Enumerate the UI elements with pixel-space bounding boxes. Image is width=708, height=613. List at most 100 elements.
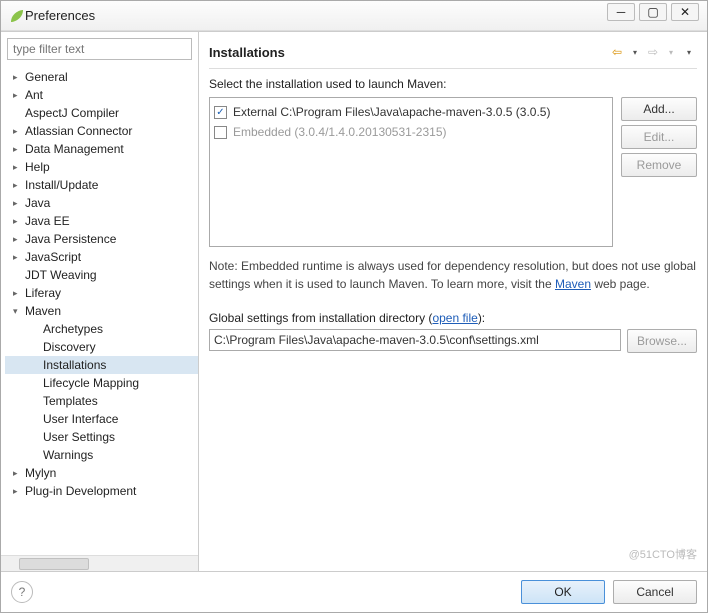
window-title: Preferences [25,8,699,23]
forward-icon[interactable]: ⇨ [645,44,661,60]
tree-item-label: JDT Weaving [25,268,97,282]
tree-item-templates[interactable]: Templates [5,392,198,410]
tree-item-label: AspectJ Compiler [25,106,119,120]
tree-item-label: Discovery [43,340,96,354]
tree-item-atlassian-connector[interactable]: ▸Atlassian Connector [5,122,198,140]
tree-item-label: Atlassian Connector [25,124,132,138]
minimize-button[interactable]: ─ [607,3,635,21]
tree-item-aspectj-compiler[interactable]: AspectJ Compiler [5,104,198,122]
tree-item-label: User Interface [43,412,118,426]
chevron-right-icon[interactable]: ▸ [13,72,25,83]
installation-checkbox[interactable] [214,106,227,119]
tree-item-label: General [25,70,68,84]
chevron-right-icon[interactable]: ▸ [13,90,25,101]
tree-item-general[interactable]: ▸General [5,68,198,86]
installation-item[interactable]: External C:\Program Files\Java\apache-ma… [214,102,608,122]
tree-item-maven[interactable]: ▾Maven [5,302,198,320]
tree-item-label: Install/Update [25,178,98,192]
installations-list[interactable]: External C:\Program Files\Java\apache-ma… [209,97,613,247]
tree-item-label: Lifecycle Mapping [43,376,139,390]
ok-button[interactable]: OK [521,580,605,604]
tree-item-lifecycle-mapping[interactable]: Lifecycle Mapping [5,374,198,392]
tree-item-label: Templates [43,394,98,408]
tree-item-label: Liferay [25,286,61,300]
tree-item-label: Data Management [25,142,124,156]
page-title: Installations [209,45,609,60]
tree-item-mylyn[interactable]: ▸Mylyn [5,464,198,482]
add-button[interactable]: Add... [621,97,697,121]
tree-item-installations[interactable]: Installations [5,356,198,374]
filter-input[interactable] [7,38,192,60]
installation-checkbox[interactable] [214,126,227,139]
chevron-right-icon[interactable]: ▸ [13,126,25,137]
maven-link[interactable]: Maven [555,277,591,291]
installation-item[interactable]: Embedded (3.0.4/1.4.0.20130531-2315) [214,122,608,142]
tree-item-label: Installations [43,358,106,372]
preferences-sidebar: ▸General▸AntAspectJ Compiler▸Atlassian C… [1,32,199,571]
tree-item-help[interactable]: ▸Help [5,158,198,176]
titlebar: Preferences ─ ▢ ✕ [1,1,707,31]
tree-item-label: Maven [25,304,61,318]
tree-item-javascript[interactable]: ▸JavaScript [5,248,198,266]
tree-item-plug-in-development[interactable]: ▸Plug-in Development [5,482,198,500]
tree-item-java[interactable]: ▸Java [5,194,198,212]
close-button[interactable]: ✕ [671,3,699,21]
tree-item-label: Mylyn [25,466,56,480]
chevron-right-icon[interactable]: ▸ [13,486,25,497]
tree-item-label: Plug-in Development [25,484,136,498]
remove-button[interactable]: Remove [621,153,697,177]
chevron-right-icon[interactable]: ▸ [13,144,25,155]
tree-item-user-settings[interactable]: User Settings [5,428,198,446]
tree-item-discovery[interactable]: Discovery [5,338,198,356]
chevron-right-icon[interactable]: ▸ [13,180,25,191]
help-icon[interactable]: ? [11,581,33,603]
horizontal-scrollbar[interactable] [1,555,198,571]
runtime-note: Note: Embedded runtime is always used fo… [209,257,697,293]
cancel-button[interactable]: Cancel [613,580,697,604]
tree-item-label: Java [25,196,50,210]
preferences-tree[interactable]: ▸General▸AntAspectJ Compiler▸Atlassian C… [1,66,198,555]
tree-item-label: Ant [25,88,43,102]
preferences-window: Preferences ─ ▢ ✕ ▸General▸AntAspectJ Co… [0,0,708,613]
tree-item-java-ee[interactable]: ▸Java EE [5,212,198,230]
chevron-right-icon[interactable]: ▸ [13,468,25,479]
edit-button[interactable]: Edit... [621,125,697,149]
back-menu-icon[interactable]: ▾ [627,44,643,60]
dialog-footer: ? OK Cancel [1,571,707,612]
tree-item-java-persistence[interactable]: ▸Java Persistence [5,230,198,248]
forward-menu-icon[interactable]: ▾ [663,44,679,60]
tree-item-archetypes[interactable]: Archetypes [5,320,198,338]
tree-item-label: Archetypes [43,322,103,336]
chevron-right-icon[interactable]: ▸ [13,216,25,227]
tree-item-data-management[interactable]: ▸Data Management [5,140,198,158]
browse-button[interactable]: Browse... [627,329,697,353]
tree-item-warnings[interactable]: Warnings [5,446,198,464]
installations-description: Select the installation used to launch M… [209,77,697,91]
tree-item-install-update[interactable]: ▸Install/Update [5,176,198,194]
chevron-right-icon[interactable]: ▸ [13,288,25,299]
tree-item-user-interface[interactable]: User Interface [5,410,198,428]
back-icon[interactable]: ⇦ [609,44,625,60]
tree-item-jdt-weaving[interactable]: JDT Weaving [5,266,198,284]
tree-item-liferay[interactable]: ▸Liferay [5,284,198,302]
app-icon [9,8,25,24]
chevron-right-icon[interactable]: ▸ [13,162,25,173]
tree-item-label: Java EE [25,214,70,228]
global-settings-path[interactable] [209,329,621,351]
maximize-button[interactable]: ▢ [639,3,667,21]
view-menu-icon[interactable]: ▾ [681,44,697,60]
tree-item-label: JavaScript [25,250,81,264]
tree-item-label: Java Persistence [25,232,116,246]
global-settings-label: Global settings from installation direct… [209,311,697,325]
chevron-down-icon[interactable]: ▾ [13,306,25,317]
main-panel: Installations ⇦ ▾ ⇨ ▾ ▾ Select the insta… [199,32,707,571]
open-file-link[interactable]: open file [432,311,477,325]
tree-item-label: Warnings [43,448,93,462]
installation-label: External C:\Program Files\Java\apache-ma… [233,105,550,119]
tree-item-ant[interactable]: ▸Ant [5,86,198,104]
tree-item-label: User Settings [43,430,115,444]
chevron-right-icon[interactable]: ▸ [13,252,25,263]
chevron-right-icon[interactable]: ▸ [13,234,25,245]
chevron-right-icon[interactable]: ▸ [13,198,25,209]
installation-label: Embedded (3.0.4/1.4.0.20130531-2315) [233,125,447,139]
